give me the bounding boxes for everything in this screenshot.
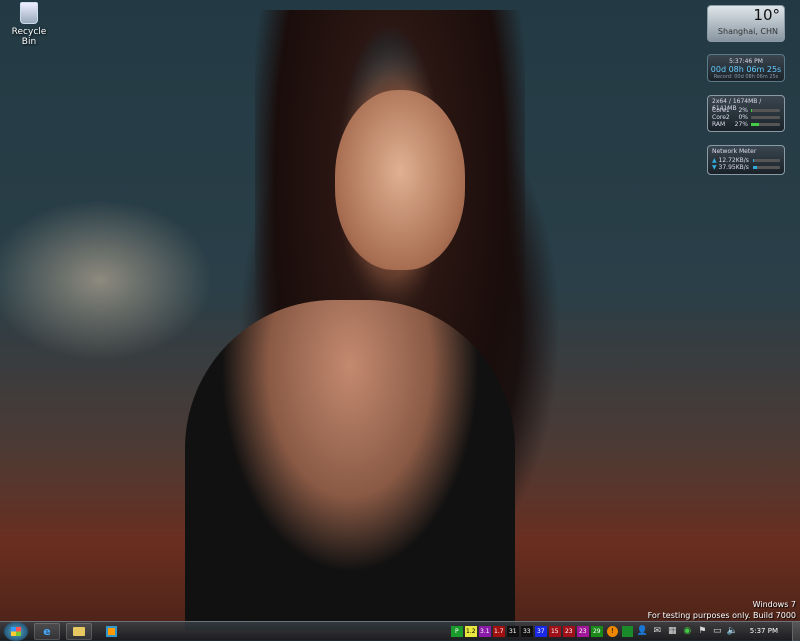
cpu-row-label: Core1 xyxy=(712,107,730,114)
watermark-title: Windows 7 xyxy=(752,600,796,609)
recycle-bin-icon xyxy=(20,2,38,24)
tray-badge[interactable]: 15 xyxy=(548,625,561,637)
taskbar: e P 1.2 3.1 1.7 31 33 37 15 23 23 29 ! 👤 ✉ ▦ ◉ ⚑ ▭… xyxy=(0,621,800,641)
tray-badge[interactable]: 29 xyxy=(590,625,603,637)
tray-badge[interactable]: 23 xyxy=(576,625,589,637)
cpu-row-value: 27% xyxy=(734,121,748,128)
tray-badge[interactable]: P xyxy=(450,625,463,637)
action-center-flag-icon[interactable]: ⚑ xyxy=(697,626,708,637)
download-speed: 37.95KB/s xyxy=(718,164,749,171)
cpu-row-bar xyxy=(751,109,752,112)
cpu-header: 2x64 / 1674MB / 6141MB xyxy=(712,98,762,112)
uptime-record: Record: 00d 08h 06m 25s xyxy=(713,74,779,80)
tray-badge[interactable]: 37 xyxy=(534,625,547,637)
ie-icon: e xyxy=(43,624,51,638)
messenger-icon[interactable]: ◉ xyxy=(682,626,693,637)
tray-badge[interactable]: 1.2 xyxy=(464,625,477,637)
cpu-row-label: RAM xyxy=(712,121,726,128)
cpu-row-label: Core2 xyxy=(712,114,730,121)
alert-icon[interactable]: ! xyxy=(606,625,618,637)
tray-badge[interactable]: 31 xyxy=(506,625,519,637)
download-bar xyxy=(752,166,757,169)
notification-area: P 1.2 3.1 1.7 31 33 37 15 23 23 29 ! 👤 ✉ ▦ ◉ ⚑ ▭ 🔈… xyxy=(450,621,800,641)
media-player-icon xyxy=(105,625,117,637)
watermark-build: For testing purposes only. Build 7000 xyxy=(647,611,796,620)
tray-badge[interactable]: 3.1 xyxy=(478,625,491,637)
tray-badge[interactable]: 23 xyxy=(562,625,575,637)
network-icon[interactable]: ▭ xyxy=(712,626,723,637)
upload-speed: 12.72KB/s xyxy=(718,157,749,164)
uptime-value: 00d 08h 06m 25s xyxy=(710,65,782,74)
folder-icon xyxy=(73,626,85,636)
weather-temp: 10° xyxy=(753,6,780,24)
mail-icon[interactable]: ✉ xyxy=(652,626,663,637)
calendar-icon[interactable]: ▦ xyxy=(667,626,678,637)
start-button[interactable] xyxy=(4,621,28,641)
green-square-icon[interactable] xyxy=(621,625,633,637)
tray-badge[interactable]: 1.7 xyxy=(492,625,505,637)
internet-explorer-button[interactable]: e xyxy=(34,622,60,640)
cpu-row-value: 0% xyxy=(738,114,748,121)
wallpaper-figure xyxy=(185,300,515,630)
volume-icon[interactable]: 🔈 xyxy=(727,626,738,637)
media-player-button[interactable] xyxy=(98,623,124,640)
weather-city: Shanghai, CHN xyxy=(717,27,778,36)
uptime-clock: 5:37:46 PM xyxy=(729,58,763,65)
cpu-meter-gadget[interactable]: 2x64 / 1674MB / 6141MB Core1 2% Core2 0% RAM… xyxy=(707,95,785,132)
weather-gadget[interactable]: 10° Shanghai, CHN xyxy=(707,5,785,42)
taskbar-clock[interactable]: 5:37 PM xyxy=(750,627,778,635)
recycle-bin[interactable]: Recycle Bin xyxy=(4,2,54,47)
explorer-button[interactable] xyxy=(66,622,92,640)
show-desktop-button[interactable] xyxy=(792,621,800,641)
cpu-row-bar xyxy=(751,123,759,126)
cpu-row-value: 2% xyxy=(738,107,748,114)
network-title: Network Meter xyxy=(712,148,757,155)
network-user-icon[interactable]: 👤 xyxy=(637,626,648,637)
upload-bar xyxy=(752,159,754,162)
cpu-row: Core2 0% xyxy=(712,114,780,121)
uptime-gadget[interactable]: 5:37:46 PM 00d 08h 06m 25s Record: 00d 0… xyxy=(707,54,785,82)
cpu-row: Core1 2% xyxy=(712,107,780,114)
wallpaper-face xyxy=(335,90,465,270)
cpu-row: RAM 27% xyxy=(712,121,780,128)
tray-badge[interactable]: 33 xyxy=(520,625,533,637)
network-meter-gadget[interactable]: Network Meter ▲ 12.72KB/s ▼ 37.95KB/s xyxy=(707,145,785,175)
build-watermark: Windows 7 For testing purposes only. Bui… xyxy=(648,599,796,621)
recycle-bin-label: Recycle Bin xyxy=(11,27,47,47)
